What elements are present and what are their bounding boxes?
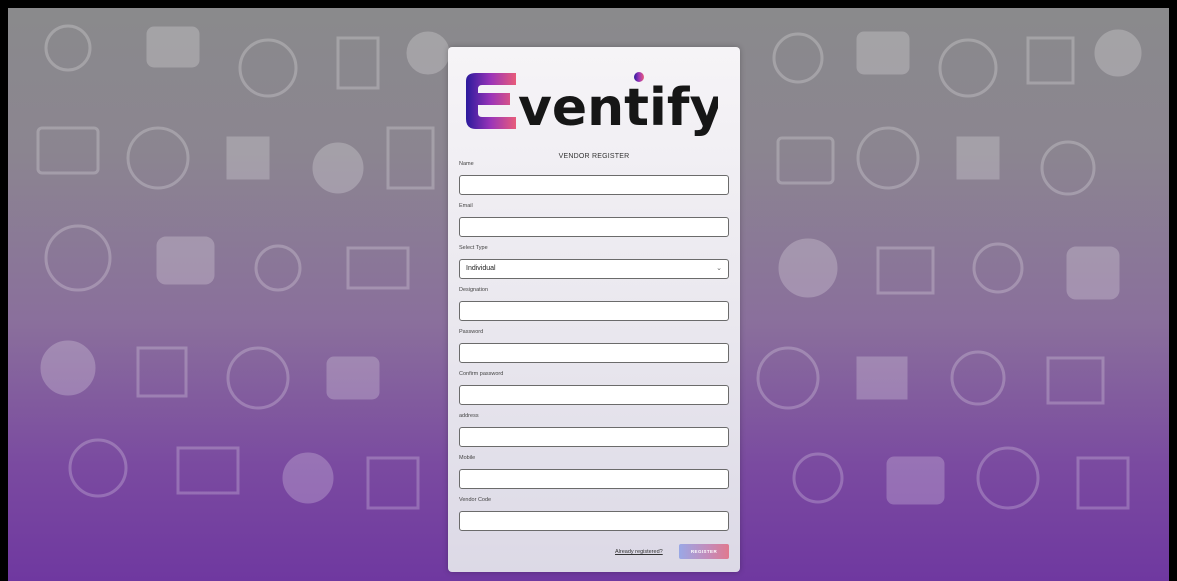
address-label: address	[459, 413, 479, 419]
designation-label: Designation	[459, 287, 489, 293]
type-select[interactable]: Individual ⌄	[459, 259, 729, 279]
already-registered-link[interactable]: Already registered?	[615, 549, 663, 555]
logo-wordmark: ventify	[518, 78, 718, 138]
chevron-down-icon: ⌄	[716, 265, 722, 272]
mobile-input[interactable]	[459, 469, 729, 489]
address-field: address	[459, 411, 729, 447]
designation-input[interactable]	[459, 301, 729, 321]
vendor-code-label: Vendor Code	[459, 497, 492, 503]
confirm-password-field: Confirm password	[459, 369, 729, 405]
type-selected-value: Individual	[466, 265, 496, 272]
vendor-code-field: Vendor Code	[459, 495, 729, 531]
type-label: Select Type	[459, 245, 488, 251]
email-field: Email	[459, 201, 729, 237]
type-field: Select Type Individual ⌄	[459, 243, 729, 279]
name-label: Name	[459, 161, 474, 167]
vendor-code-input[interactable]	[459, 511, 729, 531]
designation-field: Designation	[459, 285, 729, 321]
password-label: Password	[459, 329, 484, 335]
email-label: Email	[459, 203, 473, 209]
address-input[interactable]	[459, 427, 729, 447]
email-input[interactable]	[459, 217, 729, 237]
eventify-logo: ventify	[466, 72, 718, 138]
register-button[interactable]: REGISTER	[679, 544, 729, 559]
mobile-label: Mobile	[459, 455, 476, 461]
confirm-password-input[interactable]	[459, 385, 729, 405]
register-card: ventify VENDOR REGISTER Name Email Selec…	[448, 47, 740, 572]
confirm-password-label: Confirm password	[459, 371, 504, 377]
password-field: Password	[459, 327, 729, 363]
name-input[interactable]	[459, 175, 729, 195]
name-field: Name	[459, 159, 729, 195]
password-input[interactable]	[459, 343, 729, 363]
page-background: ventify VENDOR REGISTER Name Email Selec…	[8, 8, 1169, 581]
mobile-field: Mobile	[459, 453, 729, 489]
